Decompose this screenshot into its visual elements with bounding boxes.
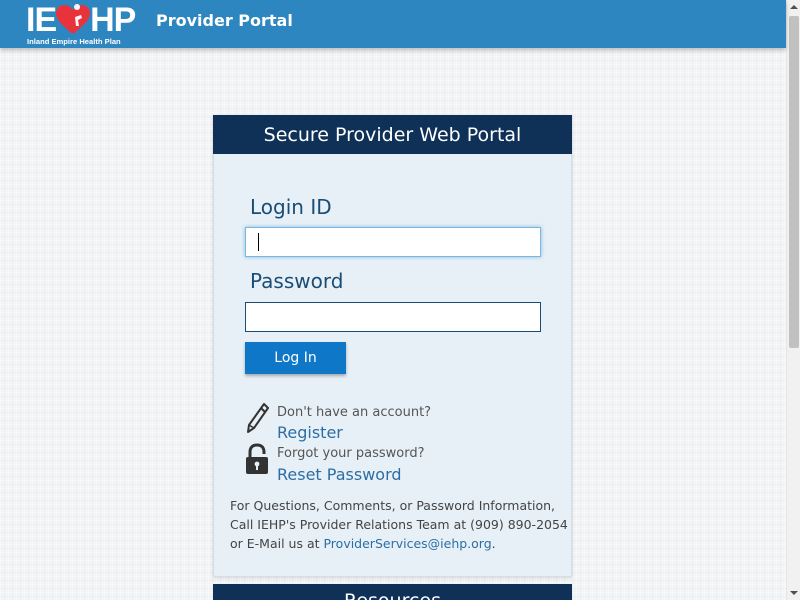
reset-password-link[interactable]: Reset Password	[277, 465, 402, 484]
iehp-logo[interactable]: IE HP Inland Empire Health Plan	[26, 2, 142, 48]
contact-info-line-1: For Questions, Comments, or Password Inf…	[230, 498, 556, 513]
scroll-down-icon[interactable]	[787, 586, 800, 600]
password-input[interactable]	[245, 302, 541, 332]
provider-services-email-link[interactable]: ProviderServices@iehp.org	[323, 536, 491, 551]
log-in-button[interactable]: Log In	[245, 342, 346, 374]
top-nav-bar: IE HP Inland Empire Health Plan Provider…	[0, 0, 786, 48]
login-card: Secure Provider Web Portal Login ID Pass…	[213, 115, 572, 577]
app-title: Provider Portal	[156, 11, 293, 30]
logo-letters-right: HP	[90, 1, 136, 39]
forgot-password-prompt: Forgot your password?	[277, 446, 425, 461]
unlocked-padlock-icon	[246, 443, 268, 474]
scrollbar-thumb[interactable]	[789, 16, 799, 348]
register-prompt: Don't have an account?	[277, 405, 432, 420]
resources-card-header: Resources	[213, 584, 572, 600]
logo-letters-left: IE	[26, 1, 57, 39]
register-link[interactable]: Register	[277, 423, 343, 442]
password-label: Password	[250, 269, 344, 293]
vertical-scrollbar[interactable]	[786, 0, 800, 600]
login-card-header: Secure Provider Web Portal	[213, 115, 572, 154]
login-card-title: Secure Provider Web Portal	[263, 123, 522, 146]
contact-info-prefix: or E-Mail us at	[230, 536, 324, 551]
contact-info-line-2: Call IEHP's Provider Relations Team at (…	[230, 517, 568, 532]
logo-subtitle: Inland Empire Health Plan	[27, 37, 121, 46]
pencil-icon	[247, 403, 269, 433]
scroll-up-icon[interactable]	[787, 0, 800, 14]
login-id-label: Login ID	[250, 195, 332, 219]
contact-info-line-3: or E-Mail us at ProviderServices@iehp.or…	[230, 534, 560, 553]
contact-info: For Questions, Comments, or Password Inf…	[230, 496, 568, 553]
heart-icon	[56, 4, 91, 34]
contact-info-suffix: .	[491, 536, 496, 551]
login-id-input[interactable]	[245, 227, 541, 257]
text-caret	[258, 233, 259, 251]
logo-mark: IE HP	[26, 1, 136, 39]
resources-card-title: Resources	[344, 590, 441, 600]
